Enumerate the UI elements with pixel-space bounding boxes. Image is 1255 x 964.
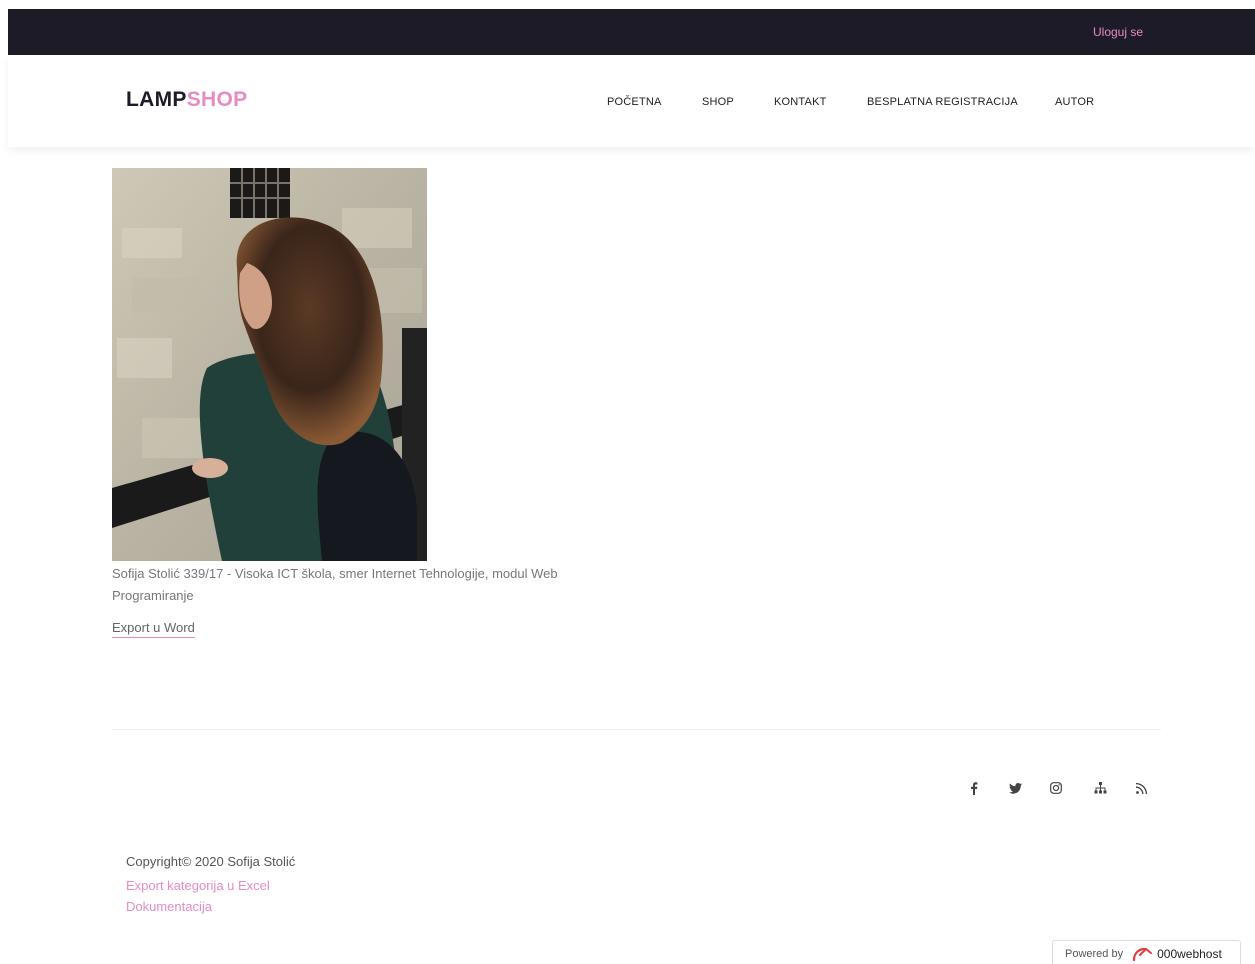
nav-item-pocetna[interactable]: POČETNA <box>607 96 662 108</box>
export-excel-link[interactable]: Export kategorija u Excel <box>126 878 270 893</box>
powered-by-prefix: Powered by <box>1065 947 1124 960</box>
nav-item-autor[interactable]: AUTOR <box>1055 96 1094 108</box>
nav-item-shop[interactable]: SHOP <box>702 96 734 108</box>
login-link[interactable]: Uloguj se <box>1093 25 1143 39</box>
twitter-icon[interactable] <box>1005 778 1025 798</box>
author-photo-illustration <box>112 168 427 561</box>
logo[interactable]: LAMPSHOP <box>126 88 247 112</box>
top-bar <box>8 9 1255 55</box>
facebook-icon[interactable] <box>964 778 984 798</box>
logo-part-shop: SHOP <box>186 88 248 111</box>
logo-part-lamp: LAMP <box>126 88 187 111</box>
instagram-icon[interactable] <box>1046 778 1066 798</box>
powered-by-brand: 000webhost <box>1157 946 1222 961</box>
documentation-link[interactable]: Dokumentacija <box>126 899 212 914</box>
export-word-link[interactable]: Export u Word <box>112 620 195 638</box>
copyright-text: Copyright© 2020 Sofija Stolić <box>126 854 296 869</box>
rss-icon[interactable] <box>1131 778 1151 798</box>
powered-by-badge[interactable]: Powered by 000webhost <box>1052 940 1241 964</box>
footer-divider <box>112 729 1161 730</box>
author-photo <box>112 168 427 561</box>
nav-item-kontakt[interactable]: KONTAKT <box>774 96 827 108</box>
webhost-logo-icon <box>1132 947 1153 961</box>
sitemap-icon[interactable] <box>1090 778 1110 798</box>
page: Uloguj se LAMPSHOP POČETNA SHOP KONTAKT … <box>0 0 1255 964</box>
author-caption: Sofija Stolić 339/17 - Visoka ICT škola,… <box>112 566 558 603</box>
nav-item-registracija[interactable]: BESPLATNA REGISTRACIJA <box>867 96 1018 108</box>
